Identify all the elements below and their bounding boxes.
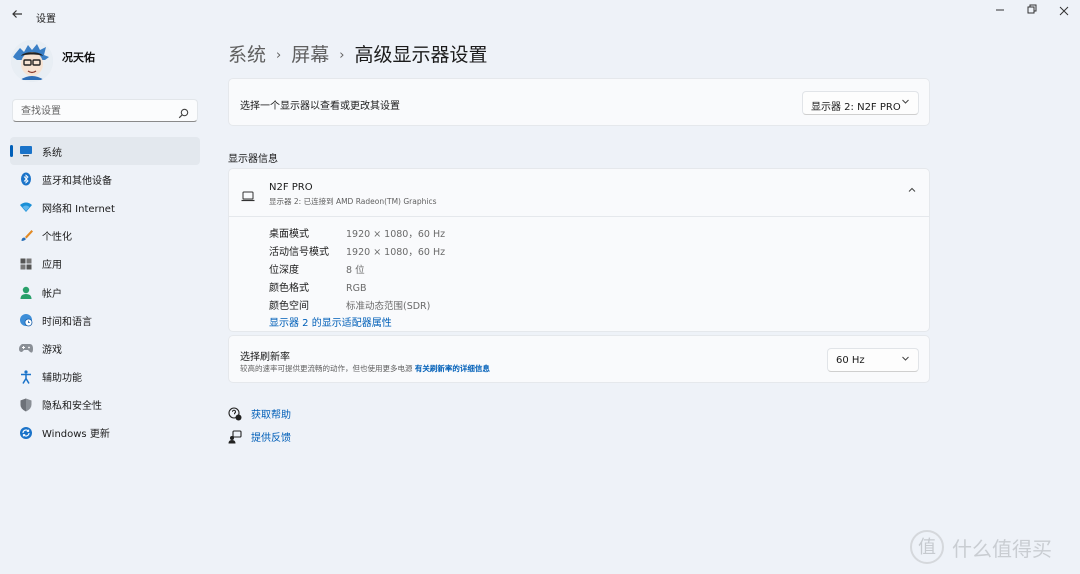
minimize-button[interactable] [985,4,1015,20]
display-select-label: 选择一个显示器以查看或更改其设置 [240,101,400,112]
watermark-logo-icon: 值 [910,530,944,564]
title-bar: 设置 [0,0,1080,34]
display-info-section-title: 显示器信息 [228,154,278,165]
close-button[interactable] [1049,4,1079,20]
sidebar-item-label: 蓝牙和其他设备 [42,175,112,187]
accessibility-icon [18,369,34,385]
shield-icon [18,397,34,413]
display-select-card: 选择一个显示器以查看或更改其设置 显示器 2: N2F PRO [228,78,930,126]
sidebar-item-label: 辅助功能 [42,373,82,385]
brush-icon [18,228,34,244]
info-row-desktop-mode: 桌面模式 1920 × 1080，60 Hz [269,225,445,240]
info-row-signal-mode: 活动信号模式 1920 × 1080，60 Hz [269,243,445,258]
avatar-icon[interactable] [11,40,53,82]
breadcrumb: 系统 › 屏幕 › 高级显示器设置 [228,40,487,67]
laptop-icon [241,187,255,202]
refresh-rate-info-link[interactable]: 有关刷新率的详细信息 [415,364,490,373]
sidebar-item-accounts[interactable]: 帐户 [10,278,200,306]
sidebar-item-label: Windows 更新 [42,429,110,441]
sidebar-nav: 系统 蓝牙和其他设备 网络和 Internet 个性化 应用 帐户 时间和语言 … [10,137,200,447]
search-icon[interactable] [178,104,190,119]
sidebar-item-label: 网络和 Internet [42,203,115,215]
feedback-icon [228,429,242,444]
monitor-name: N2F PRO [269,182,313,193]
display-info-header[interactable]: N2F PRO 显示器 2: 已连接到 AMD Radeon(TM) Graph… [229,169,929,217]
info-value: 1920 × 1080，60 Hz [346,247,446,258]
sidebar-item-windows-update[interactable]: Windows 更新 [10,419,200,447]
watermark: 值 什么值得买 [910,530,1052,564]
gamepad-icon [18,340,34,356]
sidebar-item-system[interactable]: 系统 [10,137,200,166]
sidebar-item-label: 隐私和安全性 [42,401,102,413]
info-value: 8 位 [346,265,365,276]
sidebar-item-gaming[interactable]: 游戏 [10,334,200,362]
info-key: 位深度 [269,265,299,276]
page-title: 高级显示器设置 [354,44,488,66]
search-box[interactable] [12,99,198,122]
breadcrumb-separator: › [276,48,282,63]
sidebar-item-apps[interactable]: 应用 [10,250,200,278]
info-row-bit-depth: 位深度 8 位 [269,261,365,276]
display-select-value: 显示器 2: N2F PRO [811,102,901,113]
globe-clock-icon [18,312,34,328]
back-arrow-icon[interactable] [8,8,26,26]
info-key: 活动信号模式 [269,247,329,258]
breadcrumb-item-system[interactable]: 系统 [228,44,266,66]
breadcrumb-item-display[interactable]: 屏幕 [291,44,329,66]
sidebar-item-label: 时间和语言 [42,316,92,328]
info-value: 1920 × 1080，60 Hz [346,229,446,240]
sidebar-item-time-language[interactable]: 时间和语言 [10,306,200,334]
account-icon [18,284,34,300]
sidebar-item-label: 帐户 [42,288,62,300]
refresh-rate-card: 选择刷新率 较高的速率可提供更流畅的动作，但也使用更多电源 有关刷新率的详细信息… [228,335,930,383]
refresh-rate-label: 选择刷新率 [240,352,290,363]
info-key: 颜色空间 [269,301,309,312]
sidebar-item-accessibility[interactable]: 辅助功能 [10,363,200,391]
feedback-label: 提供反馈 [251,433,291,444]
refresh-rate-value: 60 Hz [836,355,865,366]
info-value: RGB [346,283,367,294]
user-name: 况天佑 [62,51,95,64]
sidebar-item-label: 系统 [42,147,62,159]
watermark-text: 什么值得买 [952,536,1052,561]
maximize-button[interactable] [1017,4,1047,20]
info-row-color-format: 颜色格式 RGB [269,279,366,294]
info-key: 桌面模式 [269,229,309,240]
sidebar-item-network[interactable]: 网络和 Internet [10,193,200,221]
bluetooth-icon [18,171,34,187]
refresh-rate-desc: 较高的速率可提供更流畅的动作，但也使用更多电源 有关刷新率的详细信息 [240,363,490,374]
sidebar-item-privacy[interactable]: 隐私和安全性 [10,391,200,419]
sidebar-item-label: 个性化 [42,232,72,244]
display-select-dropdown[interactable]: 显示器 2: N2F PRO [802,91,919,115]
system-icon [18,143,34,159]
chevron-up-icon[interactable] [907,185,917,198]
help-chat-icon [228,406,242,421]
chevron-down-icon [901,97,910,109]
feedback-link[interactable]: 提供反馈 [228,429,291,444]
info-row-color-space: 颜色空间 标准动态范围(SDR) [269,297,430,312]
sidebar-item-personalization[interactable]: 个性化 [10,222,200,250]
app-title: 设置 [36,14,56,25]
search-input[interactable] [19,103,173,120]
wifi-icon [18,199,34,215]
refresh-rate-dropdown[interactable]: 60 Hz [827,348,919,372]
get-help-link[interactable]: 获取帮助 [228,406,291,421]
apps-icon [18,256,34,272]
display-info-card: N2F PRO 显示器 2: 已连接到 AMD Radeon(TM) Graph… [228,168,930,332]
breadcrumb-separator: › [339,48,345,63]
info-key: 颜色格式 [269,283,309,294]
sidebar-item-bluetooth[interactable]: 蓝牙和其他设备 [10,165,200,193]
sidebar-item-label: 应用 [42,260,62,272]
sidebar-item-label: 游戏 [42,344,62,356]
update-icon [18,425,34,441]
get-help-label: 获取帮助 [251,410,291,421]
info-value: 标准动态范围(SDR) [346,301,431,312]
chevron-down-icon [901,354,910,366]
adapter-properties-link[interactable]: 显示器 2 的显示适配器属性 [269,314,392,329]
refresh-rate-desc-text: 较高的速率可提供更流畅的动作，但也使用更多电源 [240,364,413,373]
monitor-subtitle: 显示器 2: 已连接到 AMD Radeon(TM) Graphics [269,197,437,206]
active-indicator [10,145,13,157]
